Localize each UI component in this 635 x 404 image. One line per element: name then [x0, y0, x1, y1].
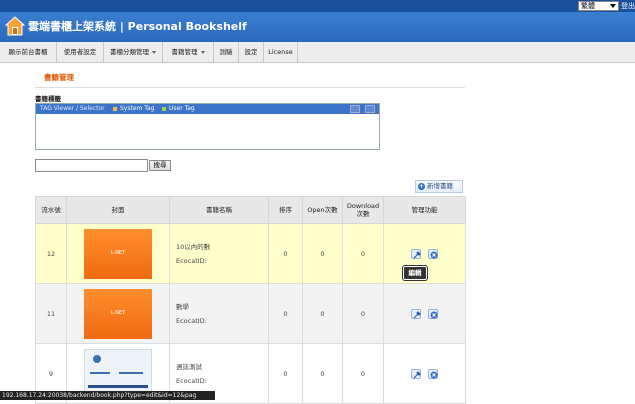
cell-open-count: 0: [302, 223, 343, 284]
page-title: 書籍管理: [44, 73, 74, 82]
cell-open-count: 0: [302, 343, 343, 404]
nav-item-shelf-category[interactable]: 書櫃分類管理: [104, 42, 163, 63]
books-table: 流水號 封面 書籍名稱 排序 Open次數 Download 次數 管理功能 1…: [35, 196, 466, 404]
add-book-button[interactable]: + 新增書籍: [415, 180, 463, 193]
nav-item-quiz[interactable]: 測驗: [214, 42, 239, 63]
nav-item-user-settings[interactable]: 使用者設定: [57, 42, 104, 63]
nav-item-license[interactable]: License: [264, 42, 298, 63]
nav-item-show-shelf[interactable]: 顯示前台書櫃: [0, 42, 57, 63]
nav-item-label: 使用者設定: [63, 48, 97, 56]
header-book-name[interactable]: 書籍名稱: [169, 196, 269, 224]
tag-viewer-label: TAG Viewer / Selector: [40, 105, 105, 112]
chevron-down-icon: [610, 4, 616, 8]
system-tag-swatch: [113, 107, 117, 111]
nav-item-label: License: [268, 48, 293, 56]
cell-cover[interactable]: L-NET: [66, 223, 170, 284]
table-header-row: 流水號 封面 書籍名稱 排序 Open次數 Download 次數 管理功能: [35, 196, 466, 224]
info-button[interactable]: [365, 105, 375, 113]
book-cover-image[interactable]: L-NET: [84, 288, 152, 339]
ecocat-id-label: EcocatID:: [176, 256, 207, 265]
tag-section-label: 書籍標籤: [35, 95, 61, 103]
book-title: 週誌測試: [176, 362, 202, 371]
logout-link[interactable]: 登出: [621, 1, 635, 11]
house-logo-icon: [5, 16, 25, 36]
nav-item-settings[interactable]: 設定: [239, 42, 264, 63]
header-order[interactable]: 排序: [268, 196, 303, 224]
cell-serial: 11: [35, 283, 67, 344]
search-button[interactable]: 搜尋: [149, 160, 171, 171]
main-nav: 顯示前台書櫃 使用者設定 書櫃分類管理 書籍管理 測驗 設定 License: [0, 42, 635, 63]
cell-order: 0: [268, 223, 303, 284]
add-book-label: 新增書籍: [427, 182, 453, 190]
header-download-count[interactable]: Download 次數: [342, 196, 384, 224]
language-select-value: 繁體: [581, 2, 595, 10]
cell-order: 0: [268, 343, 303, 404]
cell-open-count: 0: [302, 283, 343, 344]
header-cover: 封面: [66, 196, 170, 224]
cell-book-name: 數學 EcocatID:: [169, 283, 269, 344]
delete-icon[interactable]: [427, 368, 438, 379]
title-divider: [35, 87, 465, 88]
plus-icon: +: [418, 183, 425, 190]
edit-tooltip: 編輯: [403, 266, 427, 280]
nav-item-book-management[interactable]: 書籍管理: [163, 42, 214, 63]
edit-wrench-icon[interactable]: [411, 308, 422, 319]
cell-download-count: 0: [342, 223, 384, 284]
cell-actions: [383, 343, 466, 404]
cell-book-name: 10以內的數 EcocatID:: [169, 223, 269, 284]
edit-wrench-icon[interactable]: [411, 368, 422, 379]
user-tag-swatch: [162, 107, 166, 111]
caret-down-icon: [152, 50, 156, 54]
book-title: 10以內的數: [176, 242, 211, 251]
cell-download-count: 0: [342, 343, 384, 404]
delete-icon[interactable]: [427, 248, 438, 259]
table-row: 11 L-NET 數學 EcocatID: 0 0 0: [35, 283, 466, 344]
caret-down-icon: [200, 50, 205, 54]
delete-icon[interactable]: [427, 308, 438, 319]
nav-item-label: 測驗: [219, 48, 233, 56]
cover-text: L-NET: [110, 309, 126, 316]
language-select[interactable]: 繁體: [578, 1, 619, 11]
book-title: 數學: [176, 302, 189, 311]
header-open-count[interactable]: Open次數: [302, 196, 343, 224]
nav-item-label: 設定: [244, 48, 258, 56]
tag-viewer-panel[interactable]: TAG Viewer / Selector System Tag User Ta…: [35, 103, 380, 150]
search-input[interactable]: [35, 159, 148, 172]
ecocat-id-label: EcocatID:: [176, 376, 207, 385]
tag-viewer-header: TAG Viewer / Selector System Tag User Ta…: [36, 104, 379, 114]
cell-cover[interactable]: L-NET: [66, 283, 170, 344]
nav-item-label: 書櫃分類管理: [110, 48, 149, 56]
collapse-button[interactable]: [350, 105, 360, 113]
system-tag-label[interactable]: System Tag: [120, 105, 154, 113]
browser-status-bar: 192.168.17.24:20038/backend/book.php?typ…: [0, 391, 215, 400]
cell-download-count: 0: [342, 283, 384, 344]
ecocat-id-label: EcocatID:: [176, 316, 207, 325]
book-cover-image[interactable]: L-NET: [84, 228, 152, 279]
nav-item-label: 書籍管理: [171, 48, 198, 56]
header-serial[interactable]: 流水號: [35, 196, 67, 224]
header-actions: 管理功能: [383, 196, 466, 224]
app-title: 雲端書櫃上架系統 | Personal Bookshelf: [28, 20, 247, 33]
cell-order: 0: [268, 283, 303, 344]
cell-serial: 12: [35, 223, 67, 284]
table-row: 12 L-NET 10以內的數 EcocatID: 0 0 0: [35, 223, 466, 284]
user-tag-label[interactable]: User Tag: [169, 105, 195, 113]
cell-actions: [383, 283, 466, 344]
cover-text: L-NET: [110, 249, 126, 256]
edit-wrench-icon[interactable]: [411, 248, 422, 259]
top-bar: [0, 0, 635, 12]
nav-item-label: 顯示前台書櫃: [8, 48, 48, 56]
